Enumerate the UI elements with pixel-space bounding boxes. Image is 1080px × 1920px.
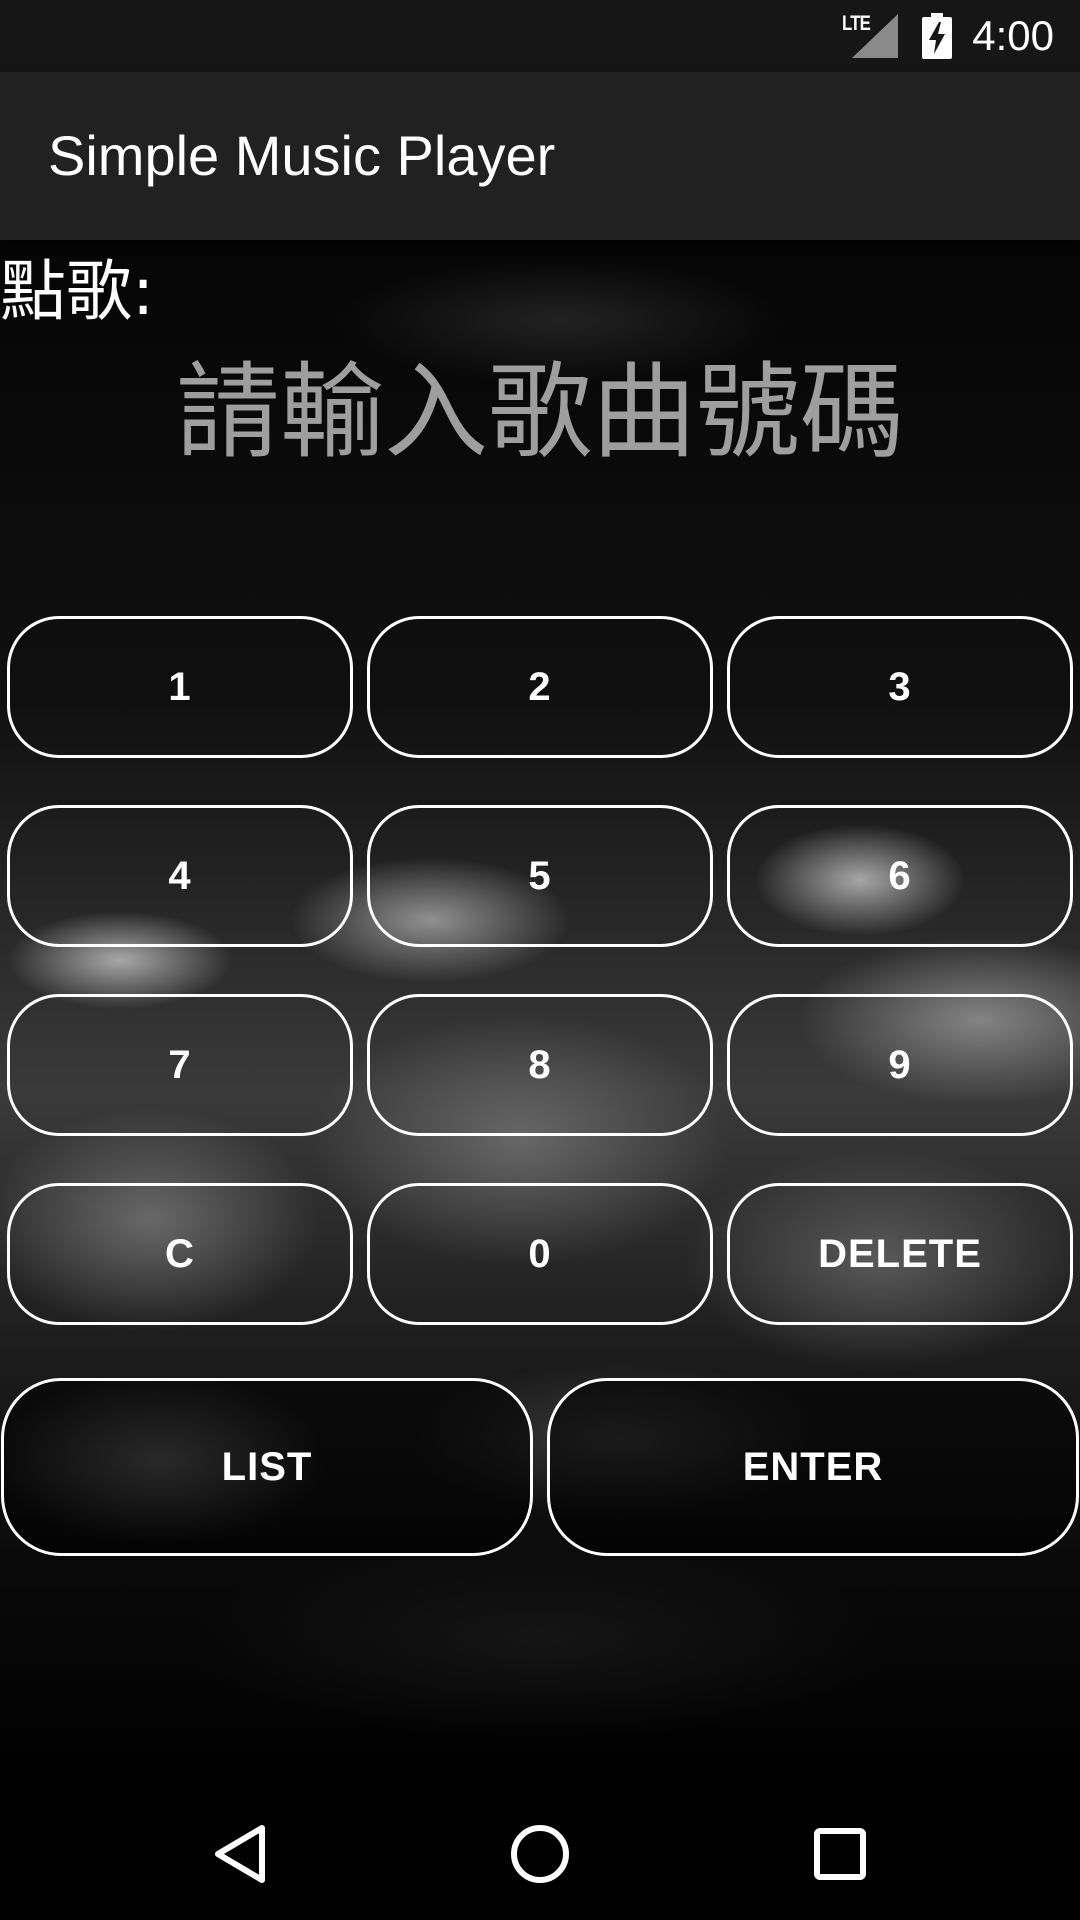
- key-6-button[interactable]: 6: [727, 805, 1073, 947]
- app-bar: Simple Music Player: [0, 72, 1080, 240]
- recents-icon: [814, 1828, 866, 1880]
- key-8-button[interactable]: 8: [367, 994, 713, 1136]
- recents-button[interactable]: [790, 1818, 890, 1890]
- enter-button[interactable]: ENTER: [547, 1378, 1079, 1556]
- key-2-button[interactable]: 2: [367, 616, 713, 758]
- battery-charging-icon: [922, 13, 952, 59]
- key-0-button[interactable]: 0: [367, 1183, 713, 1325]
- back-icon: [215, 1825, 265, 1883]
- signal-icon: [852, 14, 898, 58]
- key-4-button[interactable]: 4: [7, 805, 353, 947]
- status-bar: LTE 4:00: [0, 0, 1080, 72]
- song-request-label: 點歌:: [0, 253, 155, 330]
- clock: 4:00: [972, 12, 1054, 59]
- key-3-button[interactable]: 3: [727, 616, 1073, 758]
- navigation-bar: [0, 1788, 1080, 1920]
- back-button[interactable]: [190, 1818, 290, 1890]
- delete-button[interactable]: DELETE: [727, 1183, 1073, 1325]
- key-9-button[interactable]: 9: [727, 994, 1073, 1136]
- key-1-button[interactable]: 1: [7, 616, 353, 758]
- clear-button[interactable]: C: [7, 1183, 353, 1325]
- key-7-button[interactable]: 7: [7, 994, 353, 1136]
- list-button[interactable]: LIST: [1, 1378, 533, 1556]
- key-5-button[interactable]: 5: [367, 805, 713, 947]
- home-icon: [511, 1825, 569, 1883]
- song-number-display[interactable]: 請輸入歌曲號碼: [0, 352, 1080, 472]
- home-button[interactable]: [490, 1818, 590, 1890]
- app-title: Simple Music Player: [48, 124, 556, 187]
